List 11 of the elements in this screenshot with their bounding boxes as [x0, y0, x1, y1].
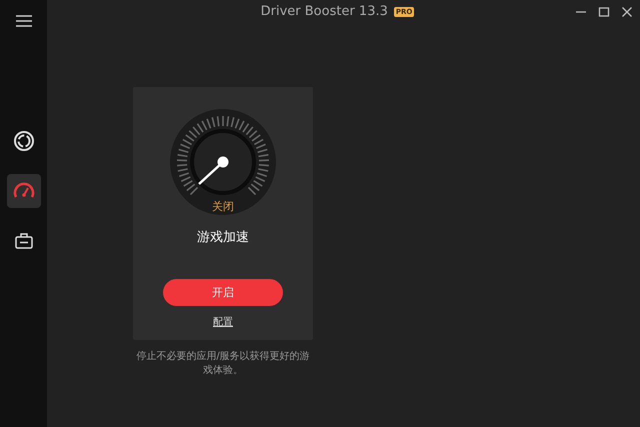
- ring-icon: [12, 130, 34, 152]
- window-title: Driver Booster 13.3: [260, 4, 388, 19]
- start-button[interactable]: 开启: [163, 279, 283, 306]
- settings-link[interactable]: 配置: [213, 315, 233, 329]
- close-icon[interactable]: [619, 4, 634, 20]
- status-label: 关闭: [212, 199, 234, 214]
- description-text: 停止不必要的应用/服务以获得更好的游戏体验。: [135, 350, 311, 377]
- maximize-icon[interactable]: [596, 4, 611, 20]
- gauge-nav-item[interactable]: [6, 174, 40, 208]
- menu-icon[interactable]: [14, 14, 32, 28]
- feature-title: 游戏加速: [197, 229, 249, 246]
